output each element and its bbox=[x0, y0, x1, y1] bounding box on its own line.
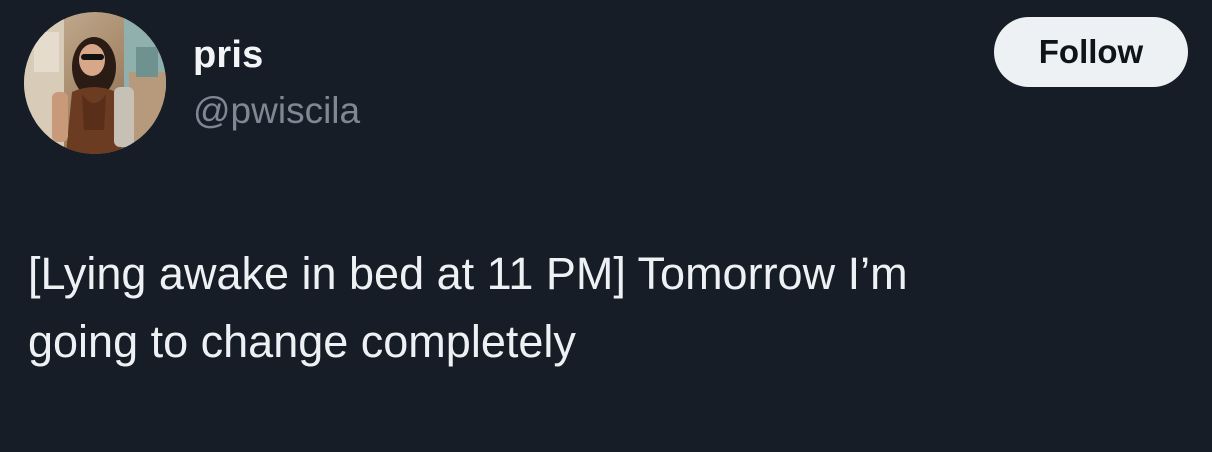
tweet-text-line: going to change completely bbox=[28, 316, 576, 367]
user-handle[interactable]: @pwiscila bbox=[193, 86, 360, 136]
follow-button[interactable]: Follow bbox=[994, 17, 1188, 87]
display-name[interactable]: pris bbox=[193, 30, 264, 80]
avatar[interactable] bbox=[24, 12, 166, 154]
tweet-text: [Lying awake in bed at 11 PM] Tomorrow I… bbox=[28, 240, 1168, 376]
tweet-card: pris @pwiscila Follow [Lying awake in be… bbox=[0, 0, 1212, 452]
profile-photo-icon bbox=[24, 12, 166, 154]
tweet-text-line: [Lying awake in bed at 11 PM] Tomorrow I… bbox=[28, 248, 908, 299]
